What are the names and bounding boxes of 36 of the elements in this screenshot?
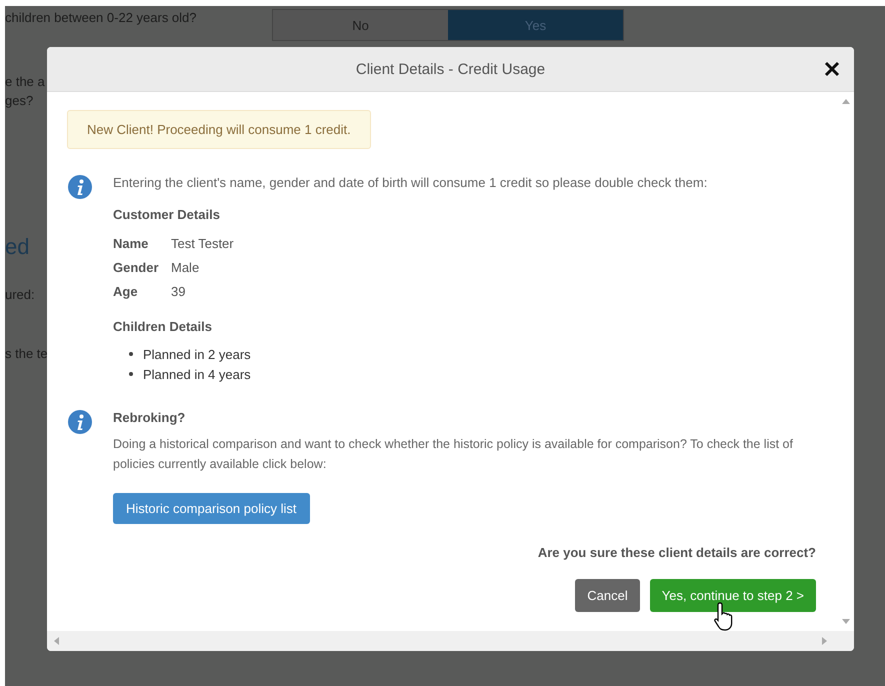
section-heading: Rebroking? (113, 410, 186, 425)
rebroking-text: Doing a historical comparison and want to check whether the historic policy is available for comparison? To check the list of policies currently available click below: (113, 436, 794, 473)
bullet-icon (129, 372, 133, 376)
horizontal-scrollbar[interactable] (47, 631, 854, 651)
continue-button[interactable]: Yes, continue to step 2 > (650, 579, 816, 612)
scroll-up-icon[interactable] (842, 98, 850, 104)
section-heading: ed (5, 234, 30, 260)
list-item: Planned in 4 years (143, 366, 251, 382)
field-label: Age (113, 284, 139, 299)
bullet-icon (129, 352, 133, 356)
background-text: ges? (5, 93, 34, 108)
field-label: Name (113, 236, 150, 251)
dialog-title: Client Details - Credit Usage (356, 60, 546, 78)
field-value: Male (171, 260, 200, 275)
intro-text: Entering the client's name, gender and date of birth will consume 1 credit so please double check them: (113, 174, 708, 192)
info-icon (68, 410, 92, 434)
confirm-question: Are you sure these client details are correct? (536, 545, 816, 560)
question-text: children between 0-22 years old? (5, 9, 198, 25)
background-text: s the te (5, 346, 48, 361)
field-label: Gender (113, 260, 160, 275)
notice-alert: New Client! Proceeding will consume 1 credit. (67, 110, 371, 149)
policy-list-button[interactable]: Historic comparison policy list (113, 493, 310, 524)
background-text: e the a (5, 74, 45, 89)
field-value: Test Tester (171, 236, 234, 251)
toggle-option[interactable]: No (273, 10, 448, 40)
info-icon (68, 175, 92, 199)
list-item: Planned in 2 years (143, 346, 251, 362)
section-heading: Customer Details (113, 207, 221, 222)
scroll-right-icon[interactable] (822, 637, 828, 645)
field-value: 39 (171, 284, 186, 299)
scroll-left-icon[interactable] (53, 637, 59, 645)
close-icon[interactable] (824, 61, 840, 77)
scroll-down-icon[interactable] (842, 619, 850, 625)
cancel-button[interactable]: Cancel (575, 579, 640, 612)
section-heading: Children Details (113, 319, 213, 334)
background-text: ured: (5, 287, 35, 302)
